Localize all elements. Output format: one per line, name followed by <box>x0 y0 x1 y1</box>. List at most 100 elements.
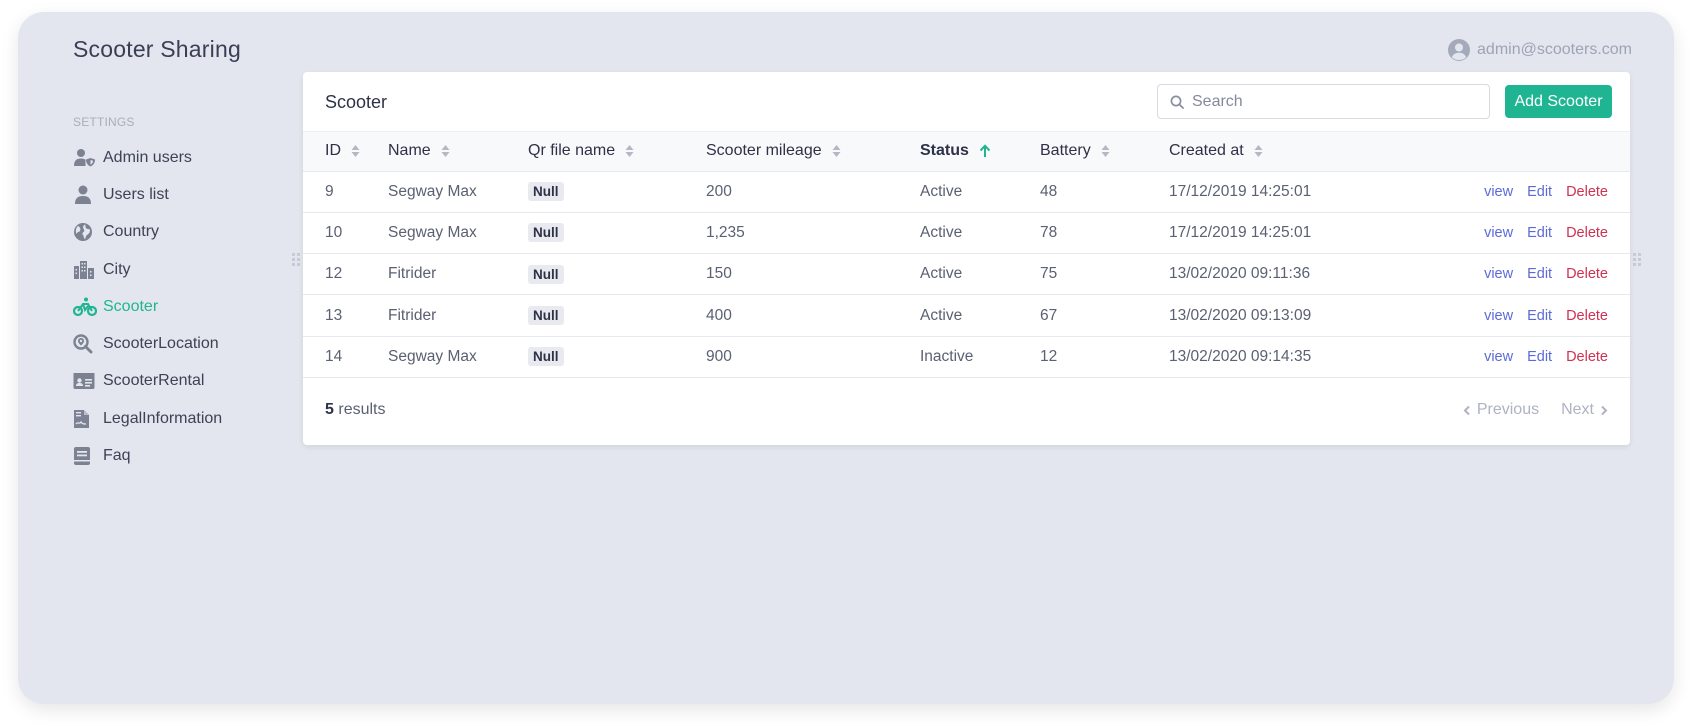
cell-qr: Null <box>528 295 706 336</box>
cell-status: Inactive <box>920 347 974 365</box>
pagination: Previous Next <box>1463 401 1608 419</box>
table-header-row: ID Name Qr file name Scooter mileage Sta… <box>303 132 1630 171</box>
sidebar-item-users-list[interactable]: Users list <box>73 176 293 213</box>
view-link[interactable]: view <box>1484 349 1513 365</box>
edit-link[interactable]: Edit <box>1527 308 1552 324</box>
sort-ascending-arrow-icon <box>979 144 991 158</box>
cell-name: Fitrider <box>388 265 437 283</box>
results-number: 5 <box>325 401 334 418</box>
cell-name: Segway Max <box>388 223 477 241</box>
cell-actions: view Edit Delete <box>1419 212 1630 253</box>
table-row: 14 Segway Max Null 900 Inactive 12 13/02… <box>303 336 1630 378</box>
next-page-button[interactable]: Next <box>1561 401 1608 419</box>
sort-icon <box>1101 145 1110 158</box>
view-link[interactable]: view <box>1484 266 1513 282</box>
chevron-left-icon <box>1463 405 1470 415</box>
sidebar-item-label: Users list <box>103 185 169 203</box>
table-row: 12 Fitrider Null 150 Active 75 13/02/202… <box>303 254 1630 295</box>
sort-icon <box>625 145 634 158</box>
column-header-qr-file-name[interactable]: Qr file name <box>528 132 706 171</box>
edit-link[interactable]: Edit <box>1527 184 1552 200</box>
sidebar-item-country[interactable]: Country <box>73 214 293 251</box>
view-link[interactable]: view <box>1484 308 1513 324</box>
sidebar-item-city[interactable]: City <box>73 251 293 288</box>
table-footer: 5 results Previous Next <box>303 375 1630 445</box>
cell-status: Active <box>920 265 963 283</box>
edit-link[interactable]: Edit <box>1527 266 1552 282</box>
cell-battery: 12 <box>1040 347 1058 365</box>
search-box[interactable] <box>1157 84 1490 119</box>
chevron-right-icon <box>1601 405 1608 415</box>
right-resize-handle[interactable] <box>1633 253 1641 266</box>
column-header-created-at[interactable]: Created at <box>1169 132 1419 171</box>
book-icon <box>73 445 97 467</box>
app-title: Scooter Sharing <box>73 36 241 62</box>
page-title: Scooter <box>325 92 388 112</box>
table-row: 9 Segway Max Null 200 Active 48 17/12/20… <box>303 171 1630 213</box>
view-link[interactable]: view <box>1484 184 1513 200</box>
delete-link[interactable]: Delete <box>1566 184 1608 200</box>
sort-icon <box>351 145 360 158</box>
sidebar-item-label: LegalInformation <box>103 409 223 427</box>
cell-qr: Null <box>528 336 706 377</box>
cell-created-at: 17/12/2019 14:25:01 <box>1169 182 1312 200</box>
edit-link[interactable]: Edit <box>1527 225 1552 241</box>
cell-name: Fitrider <box>388 306 437 324</box>
scooter-table: ID Name Qr file name Scooter mileage Sta… <box>303 132 1630 378</box>
cell-qr: Null <box>528 254 706 295</box>
cell-id: 12 <box>325 265 343 283</box>
sidebar-item-label: ScooterRental <box>103 372 205 390</box>
null-badge: Null <box>528 264 564 284</box>
cell-battery: 67 <box>1040 306 1058 324</box>
cell-mileage: 900 <box>706 347 732 365</box>
sidebar-item-scooter[interactable]: Scooter <box>73 288 293 325</box>
user-menu[interactable]: admin@scooters.com <box>1447 38 1632 62</box>
city-icon <box>73 259 97 281</box>
cell-id: 10 <box>325 223 343 241</box>
cell-status: Active <box>920 182 963 200</box>
sidebar-item-admin-users[interactable]: Admin users <box>73 139 293 176</box>
cell-actions: view Edit Delete <box>1419 336 1630 377</box>
sidebar-item-scooterlocation[interactable]: ScooterLocation <box>73 325 293 362</box>
delete-link[interactable]: Delete <box>1566 349 1608 365</box>
null-badge: Null <box>528 223 564 243</box>
column-header-name[interactable]: Name <box>388 132 528 171</box>
edit-link[interactable]: Edit <box>1527 349 1552 365</box>
cell-id: 13 <box>325 306 343 324</box>
cell-name: Segway Max <box>388 182 477 200</box>
previous-page-button[interactable]: Previous <box>1463 401 1539 419</box>
sidebar-section-label: SETTINGS <box>73 115 135 129</box>
cell-mileage: 400 <box>706 306 732 324</box>
sidebar-item-faq[interactable]: Faq <box>73 437 293 474</box>
search-location-icon <box>73 333 97 355</box>
add-scooter-button[interactable]: Add Scooter <box>1505 85 1612 118</box>
delete-link[interactable]: Delete <box>1566 308 1608 324</box>
cell-actions: view Edit Delete <box>1419 295 1630 336</box>
column-header-id[interactable]: ID <box>303 132 388 171</box>
left-resize-handle[interactable] <box>292 253 300 266</box>
sidebar-item-label: Scooter <box>103 297 159 315</box>
file-contract-icon <box>73 408 97 430</box>
null-badge: Null <box>528 182 564 202</box>
column-header-scooter-mileage[interactable]: Scooter mileage <box>706 132 920 171</box>
cell-status: Active <box>920 223 963 241</box>
cell-actions: view Edit Delete <box>1419 254 1630 295</box>
search-input[interactable] <box>1192 92 1472 111</box>
column-header-battery[interactable]: Battery <box>1040 132 1169 171</box>
delete-link[interactable]: Delete <box>1566 225 1608 241</box>
column-header-status[interactable]: Status <box>920 132 1040 171</box>
sidebar-item-scooterrental[interactable]: ScooterRental <box>73 363 293 400</box>
sort-icon <box>832 145 841 158</box>
sidebar-item-label: ScooterLocation <box>103 335 219 353</box>
view-link[interactable]: view <box>1484 225 1513 241</box>
cell-status: Active <box>920 306 963 324</box>
search-icon <box>1170 95 1184 109</box>
sidebar-item-legalinformation[interactable]: LegalInformation <box>73 400 293 437</box>
user-circle-icon <box>1448 39 1471 61</box>
delete-link[interactable]: Delete <box>1566 266 1608 282</box>
cell-mileage: 1,235 <box>706 223 745 241</box>
sidebar-item-label: Admin users <box>103 148 192 166</box>
bicycle-icon <box>73 296 97 318</box>
id-card-icon <box>73 370 97 392</box>
sidebar-item-label: Country <box>103 223 160 241</box>
